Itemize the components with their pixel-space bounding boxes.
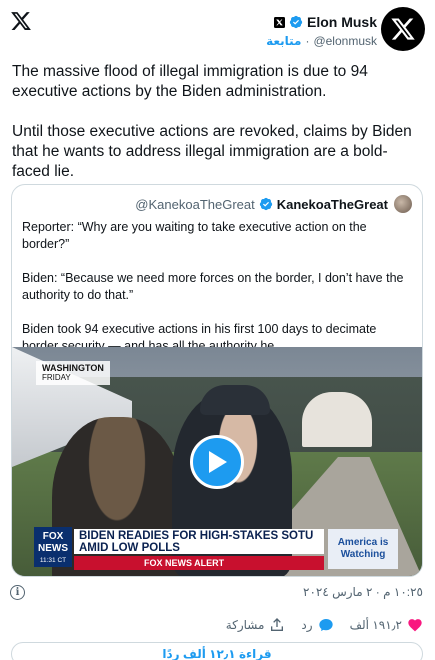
video-player[interactable]: WASHINGTON FRIDAY FOX NEWS 11:31 CT BIDE… bbox=[12, 347, 422, 576]
quote-author-name: KanekoaTheGreat bbox=[276, 196, 388, 212]
heart-icon bbox=[408, 619, 422, 632]
author-name[interactable]: Elon Musk bbox=[307, 14, 377, 30]
info-icon[interactable]: i bbox=[10, 585, 25, 600]
tweet-paragraph-1: The massive flood of illegal immigration… bbox=[12, 63, 368, 100]
location-tag-place: WASHINGTON bbox=[42, 363, 104, 373]
location-tag: WASHINGTON FRIDAY bbox=[36, 361, 110, 385]
quote-verified-badge-icon bbox=[259, 197, 272, 211]
author-name-row: Elon Musk bbox=[266, 14, 377, 30]
reply-button[interactable]: رد bbox=[301, 617, 333, 633]
quote-header: @KanekoaTheGreat KanekoaTheGreat bbox=[135, 195, 412, 213]
author-meta: متابعة · @elonmusk bbox=[266, 34, 377, 48]
chyron-alert: FOX NEWS ALERT bbox=[74, 556, 324, 570]
meta-separator: · bbox=[305, 34, 310, 48]
chyron-headline: BIDEN READIES FOR HIGH-STAKES SOTU AMID … bbox=[74, 529, 324, 554]
x-affiliation-icon bbox=[273, 16, 285, 28]
reply-bubble-icon bbox=[318, 619, 333, 631]
tweet-paragraph-2: Until those executive actions are revoke… bbox=[12, 123, 412, 180]
x-logo-icon[interactable] bbox=[10, 10, 32, 32]
share-icon bbox=[271, 618, 284, 631]
quote-line-1: Reporter: “Why are you waiting to take e… bbox=[22, 220, 367, 251]
news-chyron: FOX NEWS 11:31 CT BIDEN READIES FOR HIGH… bbox=[34, 527, 400, 571]
share-label: مشاركة bbox=[225, 618, 265, 632]
reply-label: رد bbox=[301, 618, 313, 632]
follow-button[interactable]: متابعة bbox=[266, 34, 301, 48]
video-scene-cap bbox=[200, 385, 270, 415]
tweet-timestamp[interactable]: ١٠:٢٥ م · ٢ مارس ٢٠٢٤ bbox=[303, 585, 423, 599]
x-avatar-logo-icon bbox=[391, 18, 415, 40]
location-tag-day: FRIDAY bbox=[42, 373, 71, 382]
quoted-tweet[interactable]: @KanekoaTheGreat KanekoaTheGreat Reporte… bbox=[11, 184, 423, 577]
tweet-author[interactable]: Elon Musk متابعة · @elonmusk bbox=[266, 14, 377, 48]
verified-badge-icon bbox=[289, 15, 303, 29]
author-avatar[interactable] bbox=[381, 7, 425, 51]
video-scene-building bbox=[302, 392, 372, 447]
tweet-text: The massive flood of illegal immigration… bbox=[12, 62, 423, 202]
like-count: ١٩١٫٢ ألف bbox=[349, 618, 402, 632]
author-handle[interactable]: @elonmusk bbox=[313, 34, 377, 48]
show-name: America is Watching bbox=[328, 529, 398, 569]
read-replies-button[interactable]: قراءة ١٢٫١ ألف ردًا bbox=[11, 642, 423, 660]
quote-line-2: Biden: “Because we need more forces on t… bbox=[22, 271, 404, 302]
fox-time: 11:31 CT bbox=[39, 557, 67, 564]
play-icon bbox=[209, 451, 227, 473]
like-button[interactable]: ١٩١٫٢ ألف bbox=[350, 617, 423, 633]
quote-avatar bbox=[394, 195, 412, 213]
quote-handle: @KanekoaTheGreat bbox=[135, 196, 255, 212]
tweet-actions: ١٩١٫٢ ألف رد مشاركة bbox=[226, 617, 423, 633]
play-button[interactable] bbox=[190, 435, 244, 489]
share-button[interactable]: مشاركة bbox=[226, 617, 286, 633]
